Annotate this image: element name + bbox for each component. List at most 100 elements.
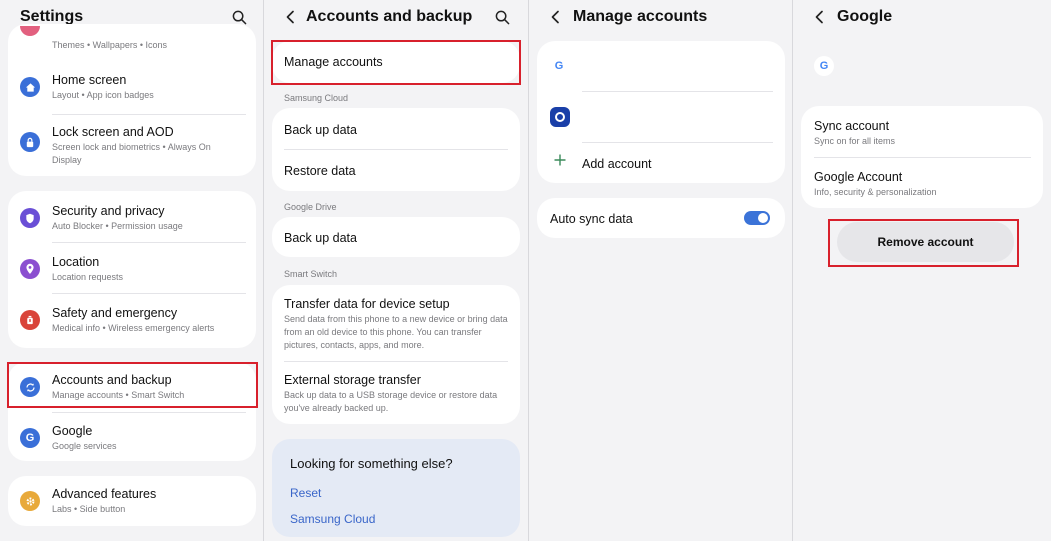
section-label-samsung-cloud: Samsung Cloud bbox=[284, 93, 349, 103]
google-account-screen: Google G Sync account Sync on for all it… bbox=[793, 0, 1051, 541]
google-drive-card: Back up data bbox=[272, 217, 520, 257]
settings-item-home-screen[interactable]: Home screen Layout • App icon badges bbox=[8, 72, 256, 102]
section-label-smart-switch: Smart Switch bbox=[284, 269, 338, 279]
page-title: Google bbox=[837, 8, 893, 25]
smart-switch-card: Transfer data for device setup Send data… bbox=[272, 285, 520, 424]
settings-item-label: Home screen bbox=[52, 73, 127, 87]
back-arrow-icon[interactable] bbox=[280, 7, 300, 27]
settings-item-google[interactable]: G Google Google services bbox=[8, 423, 256, 453]
samsung-cloud-card: Back up data Restore data bbox=[272, 108, 520, 191]
google-account-item[interactable]: Google Account Info, security & personal… bbox=[814, 169, 937, 199]
plus-icon bbox=[553, 153, 567, 167]
settings-card-display: Themes • Wallpapers • Icons Home screen … bbox=[8, 24, 256, 176]
sync-account-title: Sync account bbox=[814, 119, 890, 133]
divider bbox=[52, 242, 246, 243]
external-storage-item[interactable]: External storage transfer Back up data t… bbox=[284, 372, 512, 415]
settings-item-subtitle: Medical info • Wireless emergency alerts bbox=[52, 323, 215, 333]
sync-account-subtitle: Sync on for all items bbox=[814, 136, 896, 146]
lock-icon bbox=[20, 132, 40, 152]
auto-sync-toggle[interactable] bbox=[744, 211, 770, 225]
page-title: Manage accounts bbox=[573, 8, 708, 25]
section-label-google-drive: Google Drive bbox=[284, 202, 337, 212]
google-g-icon: G bbox=[20, 428, 40, 448]
divider bbox=[284, 361, 508, 362]
add-account-label: Add account bbox=[582, 157, 652, 171]
auto-sync-label: Auto sync data bbox=[550, 212, 633, 226]
add-account-row[interactable]: Add account bbox=[537, 143, 785, 183]
settings-item-label: Lock screen and AOD bbox=[52, 125, 174, 139]
back-arrow-icon[interactable] bbox=[545, 7, 565, 27]
settings-item-subtitle: Labs • Side button bbox=[52, 504, 126, 514]
home-icon bbox=[20, 77, 40, 97]
settings-item-accounts-backup[interactable]: Accounts and backup Manage accounts • Sm… bbox=[8, 372, 256, 402]
settings-card-accounts: Accounts and backup Manage accounts • Sm… bbox=[8, 362, 256, 461]
divider bbox=[814, 157, 1031, 158]
accounts-backup-header: Accounts and backup bbox=[264, 0, 528, 34]
gear-icon bbox=[20, 491, 40, 511]
accounts-backup-screen: Accounts and backup Manage accounts Sams… bbox=[264, 0, 529, 541]
settings-item-subtitle: Manage accounts • Smart Switch bbox=[52, 390, 185, 400]
back-up-data-item[interactable]: Back up data bbox=[284, 122, 357, 138]
settings-item-subtitle: Location requests bbox=[52, 272, 124, 282]
screenshot-stage: Settings Themes • Wallpapers • Icons Hom… bbox=[0, 0, 1051, 541]
manage-accounts-item[interactable]: Manage accounts bbox=[284, 54, 383, 70]
settings-item-label: Security and privacy bbox=[52, 204, 165, 218]
manage-accounts-header: Manage accounts bbox=[529, 0, 792, 34]
divider bbox=[52, 114, 246, 115]
page-title: Accounts and backup bbox=[306, 8, 473, 25]
settings-item-location[interactable]: Location Location requests bbox=[8, 254, 256, 284]
settings-item-subtitle: Google services bbox=[52, 441, 117, 451]
auto-sync-card: Auto sync data bbox=[537, 198, 785, 238]
settings-item-subtitle: Screen lock and biometrics • Always On D… bbox=[52, 142, 211, 165]
settings-screen: Settings Themes • Wallpapers • Icons Hom… bbox=[0, 0, 264, 541]
settings-item-subtitle: Layout • App icon badges bbox=[52, 90, 154, 100]
external-storage-subtitle: Back up data to a USB storage device or … bbox=[284, 390, 498, 413]
restore-data-item[interactable]: Restore data bbox=[284, 163, 356, 179]
settings-card-advanced: Advanced features Labs • Side button bbox=[8, 476, 256, 526]
sync-account-item[interactable]: Sync account Sync on for all items bbox=[814, 118, 895, 148]
alert-icon bbox=[20, 310, 40, 330]
manage-accounts-card: Manage accounts bbox=[272, 41, 520, 83]
drive-back-up-data-item[interactable]: Back up data bbox=[284, 230, 357, 246]
looking-for-card: Looking for something else? Reset Samsun… bbox=[272, 439, 520, 537]
themes-icon bbox=[20, 26, 40, 36]
google-header: Google bbox=[793, 0, 1051, 34]
themes-subtitle: Themes • Wallpapers • Icons bbox=[52, 40, 168, 50]
settings-item-label: Google bbox=[52, 424, 93, 438]
location-pin-icon bbox=[20, 259, 40, 279]
settings-item-security[interactable]: Security and privacy Auto Blocker • Perm… bbox=[8, 203, 256, 233]
settings-item-subtitle: Auto Blocker • Permission usage bbox=[52, 221, 183, 231]
reset-link[interactable]: Reset bbox=[290, 486, 321, 500]
transfer-data-item[interactable]: Transfer data for device setup Send data… bbox=[284, 296, 512, 352]
search-icon[interactable] bbox=[492, 7, 512, 27]
manage-accounts-screen: Manage accounts G Add account Auto sync … bbox=[529, 0, 793, 541]
accounts-list-card: G Add account bbox=[537, 41, 785, 183]
settings-item-lock-screen[interactable]: Lock screen and AOD Screen lock and biom… bbox=[8, 124, 256, 167]
divider bbox=[52, 412, 246, 413]
google-g-icon: G bbox=[554, 60, 564, 72]
google-account-subtitle: Info, security & personalization bbox=[814, 187, 937, 197]
samsung-cloud-link[interactable]: Samsung Cloud bbox=[290, 512, 375, 526]
settings-card-security: Security and privacy Auto Blocker • Perm… bbox=[8, 191, 256, 348]
divider bbox=[52, 293, 246, 294]
transfer-data-title: Transfer data for device setup bbox=[284, 297, 450, 311]
sync-icon bbox=[20, 377, 40, 397]
settings-item-label: Accounts and backup bbox=[52, 373, 172, 387]
settings-item-label: Safety and emergency bbox=[52, 306, 178, 320]
remove-account-button[interactable]: Remove account bbox=[837, 222, 1014, 262]
back-arrow-icon[interactable] bbox=[809, 7, 829, 27]
transfer-data-subtitle: Send data from this phone to a new devic… bbox=[284, 314, 508, 350]
divider bbox=[284, 149, 508, 150]
account-row-google[interactable]: G bbox=[537, 41, 785, 91]
account-row-samsung[interactable] bbox=[537, 92, 785, 142]
google-g-icon: G bbox=[814, 56, 834, 76]
google-options-card: Sync account Sync on for all items Googl… bbox=[801, 106, 1043, 208]
settings-item-label: Advanced features bbox=[52, 487, 157, 501]
google-account-title: Google Account bbox=[814, 170, 903, 184]
settings-item-advanced-features[interactable]: Advanced features Labs • Side button bbox=[8, 486, 256, 516]
external-storage-title: External storage transfer bbox=[284, 373, 421, 387]
settings-item-safety[interactable]: Safety and emergency Medical info • Wire… bbox=[8, 305, 256, 335]
looking-for-title: Looking for something else? bbox=[290, 456, 453, 471]
shield-icon bbox=[20, 208, 40, 228]
samsung-account-icon bbox=[550, 107, 570, 127]
